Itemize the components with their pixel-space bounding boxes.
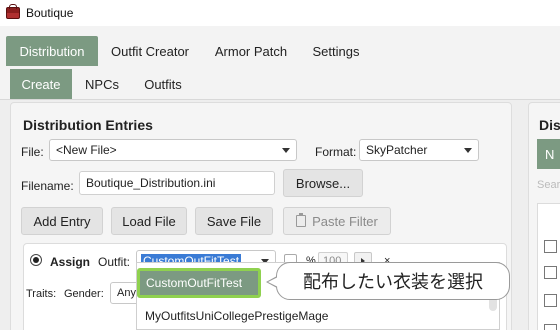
format-label: Format: <box>315 145 357 159</box>
annotation-callout: 配布したい衣装を選択 <box>266 262 510 300</box>
add-entry-button[interactable]: Add Entry <box>21 207 103 235</box>
assign-radio[interactable] <box>30 254 42 266</box>
subtab-npcs[interactable]: NPCs <box>78 69 126 99</box>
tab-armor-patch[interactable]: Armor Patch <box>208 36 294 66</box>
subtab-create[interactable]: Create <box>10 69 72 99</box>
paste-filter-button: Paste Filter <box>283 207 391 235</box>
file-label: File: <box>21 145 44 159</box>
right-panel-search[interactable]: Searc <box>537 179 560 191</box>
title-bar: Boutique <box>0 0 560 26</box>
file-select-value: <New File> <box>56 143 117 157</box>
list-item-checkbox[interactable] <box>544 324 557 330</box>
chevron-down-icon <box>464 148 472 153</box>
list-item-checkbox[interactable] <box>544 266 557 279</box>
outfit-label: Outfit: <box>98 255 131 269</box>
panel-title: Distribution Entries <box>23 117 153 133</box>
tab-distribution[interactable]: Distribution <box>6 36 98 66</box>
gender-label: Gender: <box>64 288 104 300</box>
tab-outfit-creator[interactable]: Outfit Creator <box>104 36 196 66</box>
file-select[interactable]: <New File> <box>49 139 297 161</box>
main-tab-bar: Distribution Outfit Creator Armor Patch … <box>0 26 560 68</box>
filename-label: Filename: <box>21 179 74 193</box>
clipboard-icon <box>296 213 307 227</box>
sub-tab-bar: Create NPCs Outfits <box>0 68 560 100</box>
dropdown-option-selected[interactable]: CustomOutFitTest <box>137 268 261 298</box>
window-title: Boutique <box>26 6 74 20</box>
load-file-button[interactable]: Load File <box>111 207 187 235</box>
save-file-button[interactable]: Save File <box>195 207 273 235</box>
browse-button[interactable]: Browse... <box>283 169 363 197</box>
subtab-outfits[interactable]: Outfits <box>138 69 188 99</box>
paste-filter-label: Paste Filter <box>312 213 378 229</box>
dropdown-option[interactable]: MyOutfitsUniCollegePrestigeMage <box>137 303 501 329</box>
gender-select-value: Any <box>117 287 136 299</box>
filename-input[interactable]: Boutique_Distribution.ini <box>79 171 275 195</box>
format-select[interactable]: SkyPatcher <box>359 139 479 161</box>
chevron-down-icon <box>282 148 290 153</box>
assign-label: Assign <box>50 255 91 269</box>
format-select-value: SkyPatcher <box>366 143 428 157</box>
right-panel-title: Dist <box>539 117 560 133</box>
right-panel-list <box>537 203 560 330</box>
tab-settings[interactable]: Settings <box>304 36 368 66</box>
traits-label: Traits: <box>26 288 57 300</box>
list-item-checkbox[interactable] <box>544 294 557 307</box>
app-icon <box>6 4 20 19</box>
list-item-checkbox[interactable] <box>544 240 557 253</box>
right-panel: Dist N Searc <box>528 102 560 330</box>
right-panel-tab[interactable]: N <box>537 139 560 169</box>
